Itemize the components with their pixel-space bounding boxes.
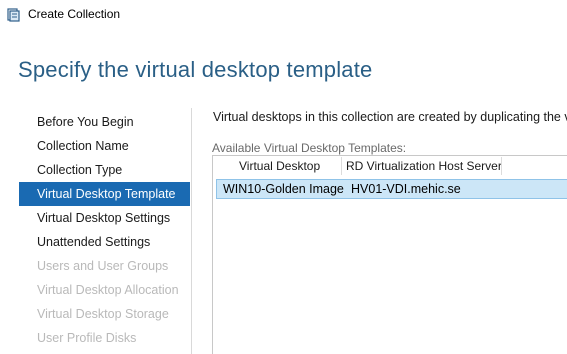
cell-virtual-desktop: WIN10-Golden Image (223, 182, 344, 196)
column-header-virtual-desktop[interactable]: Virtual Desktop (239, 156, 320, 176)
templates-listview[interactable]: Virtual Desktop RD Virtualization Host S… (212, 155, 567, 354)
nav-divider (191, 108, 192, 354)
column-header-host-server[interactable]: RD Virtualization Host Server (346, 156, 502, 176)
nav-item-before-you-begin[interactable]: Before You Begin (19, 110, 190, 134)
nav-item-virtual-desktop-storage: Virtual Desktop Storage (37, 307, 169, 321)
nav-item-collection-name[interactable]: Collection Name (19, 134, 190, 158)
column-separator[interactable] (341, 157, 342, 175)
templates-list-label: Available Virtual Desktop Templates: (212, 141, 407, 155)
nav-item-unattended-settings[interactable]: Unattended Settings (19, 230, 190, 254)
column-separator[interactable] (501, 157, 502, 175)
nav-item-virtual-desktop-allocation: Virtual Desktop Allocation (37, 283, 179, 297)
cell-host-server: HV01-VDI.mehic.se (351, 182, 461, 196)
nav-item-virtual-desktop-template[interactable]: Virtual Desktop Template (19, 182, 190, 206)
nav-item-user-profile-disks: User Profile Disks (37, 331, 137, 345)
wizard-nav: Before You Begin Collection Name Collect… (0, 110, 192, 354)
list-header: Virtual Desktop RD Virtualization Host S… (213, 156, 567, 176)
table-row[interactable]: WIN10-Golden Image HV01-VDI.mehic.se (216, 179, 567, 199)
window-title: Create Collection (28, 7, 121, 21)
create-collection-window: Create Collection Specify the virtual de… (0, 0, 567, 354)
description-text: Virtual desktops in this collection are … (213, 110, 567, 124)
server-manager-icon (7, 8, 20, 22)
nav-item-users-and-user-groups: Users and User Groups (37, 259, 169, 273)
nav-item-virtual-desktop-settings[interactable]: Virtual Desktop Settings (19, 206, 190, 230)
title-bar: Create Collection (0, 0, 567, 30)
nav-item-collection-type[interactable]: Collection Type (19, 158, 190, 182)
page-title: Specify the virtual desktop template (18, 57, 373, 82)
